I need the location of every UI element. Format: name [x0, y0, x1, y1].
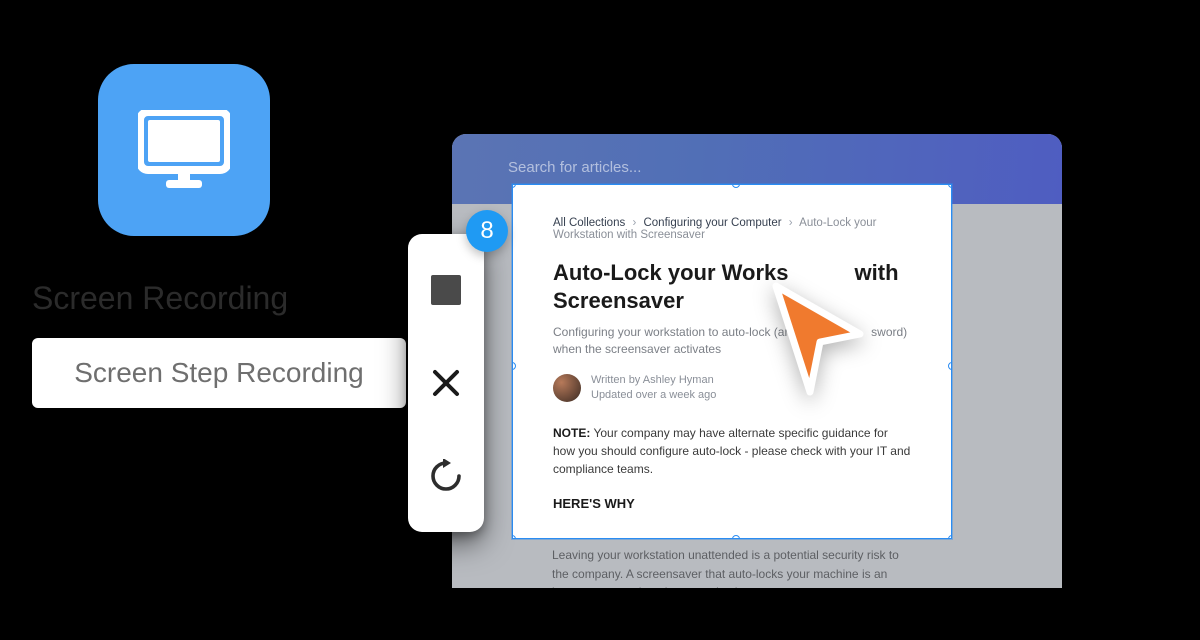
- option-screen-recording[interactable]: Screen Recording: [32, 280, 288, 317]
- search-input[interactable]: Search for articles...: [508, 159, 641, 176]
- selection-handle[interactable]: [512, 535, 516, 539]
- selection-handle[interactable]: [512, 362, 516, 370]
- updated-line: Updated over a week ago: [591, 388, 716, 403]
- selection-handle[interactable]: [948, 184, 952, 188]
- avatar: [553, 374, 581, 402]
- selection-handle[interactable]: [512, 184, 516, 188]
- note-label: NOTE:: [553, 426, 590, 440]
- chevron-right-icon: ›: [632, 217, 636, 229]
- step-counter-badge: 8: [466, 210, 508, 252]
- selection-handle[interactable]: [732, 535, 740, 539]
- article-title-part1: Auto-Lock your Works: [553, 260, 789, 285]
- stop-recording-button[interactable]: [428, 272, 464, 308]
- note-line: NOTE: Your company may have alternate sp…: [553, 424, 911, 478]
- close-icon: [431, 368, 461, 398]
- option-screen-step-recording[interactable]: Screen Step Recording: [32, 338, 406, 408]
- author-name: Ashley Hyman: [643, 374, 714, 386]
- section-heading: HERE'S WHY: [553, 496, 911, 511]
- breadcrumb-section[interactable]: Configuring your Computer: [643, 217, 781, 229]
- stop-icon: [431, 275, 461, 305]
- article-card: All Collections › Configuring your Compu…: [512, 184, 952, 539]
- selection-handle[interactable]: [948, 362, 952, 370]
- selection-handle[interactable]: [948, 535, 952, 539]
- restart-icon: [429, 459, 463, 493]
- note-body: Your company may have alternate specific…: [553, 426, 910, 476]
- selection-handle[interactable]: [732, 184, 740, 188]
- written-by-label: Written by: [591, 374, 643, 386]
- app-icon: [98, 64, 270, 236]
- cancel-recording-button[interactable]: [428, 365, 464, 401]
- restart-recording-button[interactable]: [428, 458, 464, 494]
- article-body: Leaving your workstation unattended is a…: [552, 546, 912, 588]
- cursor-icon: [764, 280, 872, 400]
- author-meta: Written by Ashley Hyman Updated over a w…: [591, 373, 716, 403]
- chevron-right-icon: ›: [789, 217, 793, 229]
- breadcrumb: All Collections › Configuring your Compu…: [553, 217, 911, 241]
- recorder-toolbar: [408, 234, 484, 532]
- monitor-icon: [138, 110, 230, 190]
- breadcrumb-root[interactable]: All Collections: [553, 217, 625, 229]
- browser-window: Search for articles... All Collections ›…: [452, 134, 1062, 588]
